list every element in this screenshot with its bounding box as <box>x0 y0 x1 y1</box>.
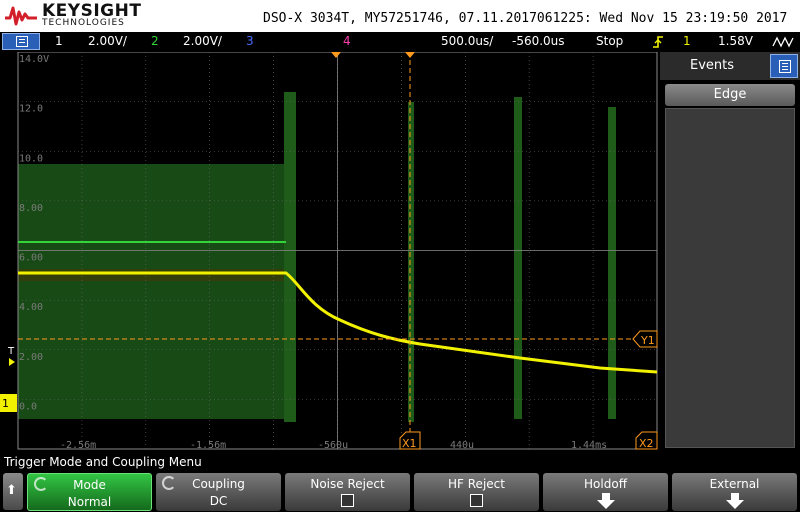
instrument-title: DSO-X 3034T, MY57251746, 07.11.201706122… <box>263 11 788 26</box>
noise-reject-softkey[interactable]: Noise Reject <box>285 473 410 511</box>
trigger-source[interactable]: 1 <box>683 34 691 48</box>
ch1-shadow-band <box>18 269 288 281</box>
run-state[interactable]: Stop <box>596 34 623 48</box>
y-axis-label: 6.00 <box>19 253 43 264</box>
ch1-ground-marker[interactable]: 1 <box>0 394 17 412</box>
waveform-display[interactable]: X1 X2 Y1 T 1 14.0V 12.0 10.0 8.00 6.00 4.00 2.… <box>0 52 660 452</box>
svg-text:1: 1 <box>2 397 9 410</box>
x-axis-label: 440u <box>450 440 474 451</box>
status-bar: 1 2.00V/ 2 2.00V/ 3 4 500.0us/ -560.0us … <box>0 32 800 52</box>
y-axis-label: 8.00 <box>19 203 43 214</box>
holdoff-label: Holdoff <box>584 477 627 491</box>
ch4-number[interactable]: 4 <box>343 34 351 48</box>
coupling-softkey[interactable]: Coupling DC <box>156 473 281 511</box>
y-axis-label: 4.00 <box>19 302 43 313</box>
ch2-noise-band <box>18 164 288 419</box>
mode-softkey-value: Normal <box>67 495 112 509</box>
external-softkey[interactable]: External <box>672 473 797 511</box>
ch1-number[interactable]: 1 <box>55 34 63 48</box>
events-list-area[interactable] <box>665 108 795 448</box>
main-menu-button[interactable] <box>2 33 40 50</box>
back-arrow-icon[interactable] <box>3 473 23 510</box>
svg-text:Y1: Y1 <box>640 334 655 347</box>
menu-title: Trigger Mode and Coupling Menu <box>0 452 800 472</box>
y1-marker[interactable]: Y1 <box>632 330 658 348</box>
down-arrow-icon <box>597 493 615 509</box>
ch2-burst-4 <box>608 107 616 419</box>
trigger-edge-icon <box>653 36 663 48</box>
ch2-burst-3 <box>514 97 522 419</box>
x-axis-label: -1.56m <box>190 440 226 451</box>
softkey-bar: Mode Normal Coupling DC Noise Reject HF … <box>0 472 800 512</box>
hf-reject-checkbox[interactable] <box>470 494 483 507</box>
down-arrow-icon <box>726 493 744 509</box>
timebase-delay[interactable]: -560.0us <box>512 34 565 48</box>
trigger-level-marker[interactable]: T <box>7 346 15 357</box>
events-panel: Events Edge <box>660 52 800 452</box>
y-axis-label: 10.0 <box>19 153 43 164</box>
holdoff-softkey[interactable]: Holdoff <box>543 473 668 511</box>
events-list-button[interactable] <box>770 54 798 78</box>
x1-marker[interactable]: X1 <box>399 431 421 450</box>
trigger-position-marker <box>331 52 341 58</box>
external-label: External <box>709 477 760 491</box>
mode-softkey-label: Mode <box>73 478 106 492</box>
edge-tab[interactable]: Edge <box>665 84 795 106</box>
trigger-level[interactable]: 1.58V <box>718 34 753 48</box>
title-bar: KEYSIGHT TECHNOLOGIES DSO-X 3034T, MY572… <box>0 0 800 32</box>
x1-top-marker <box>405 52 415 58</box>
menu-icon <box>16 36 28 47</box>
events-header: Events <box>660 52 800 80</box>
trigger-level-arrow <box>9 358 15 366</box>
ch2-burst-2 <box>408 102 414 422</box>
waveform-icon[interactable] <box>772 34 796 50</box>
noise-reject-checkbox[interactable] <box>341 494 354 507</box>
coupling-softkey-label: Coupling <box>192 477 245 491</box>
y-axis-label: 12.0 <box>19 104 43 115</box>
mode-softkey[interactable]: Mode Normal <box>27 473 152 511</box>
coupling-softkey-value: DC <box>209 494 228 508</box>
brand-sub: TECHNOLOGIES <box>42 18 125 28</box>
ch3-number[interactable]: 3 <box>246 34 254 48</box>
x2-marker[interactable]: X2 <box>635 431 658 450</box>
hf-reject-softkey[interactable]: HF Reject <box>414 473 539 511</box>
y-axis-label: 14.0V <box>19 54 49 65</box>
noise-reject-label: Noise Reject <box>310 477 385 491</box>
events-list-icon <box>779 60 791 73</box>
keysight-logo-icon <box>5 6 37 26</box>
ch2-burst-1 <box>284 92 296 422</box>
hf-reject-label: HF Reject <box>448 477 505 491</box>
x-axis-label: -2.56m <box>60 440 96 451</box>
y-axis-label: 2.00 <box>19 352 43 363</box>
ch2-number[interactable]: 2 <box>151 34 159 48</box>
ch1-scale[interactable]: 2.00V/ <box>88 34 127 48</box>
x-axis-label: -560u <box>318 440 348 451</box>
svg-text:X2: X2 <box>639 437 654 450</box>
x-axis-label: 1.44ms <box>571 440 607 451</box>
ch2-scale[interactable]: 2.00V/ <box>183 34 222 48</box>
events-title[interactable]: Events <box>660 58 764 73</box>
svg-text:X1: X1 <box>402 437 417 450</box>
timebase-scale[interactable]: 500.0us/ <box>441 34 493 48</box>
y-axis-label: 0.0 <box>19 401 37 412</box>
